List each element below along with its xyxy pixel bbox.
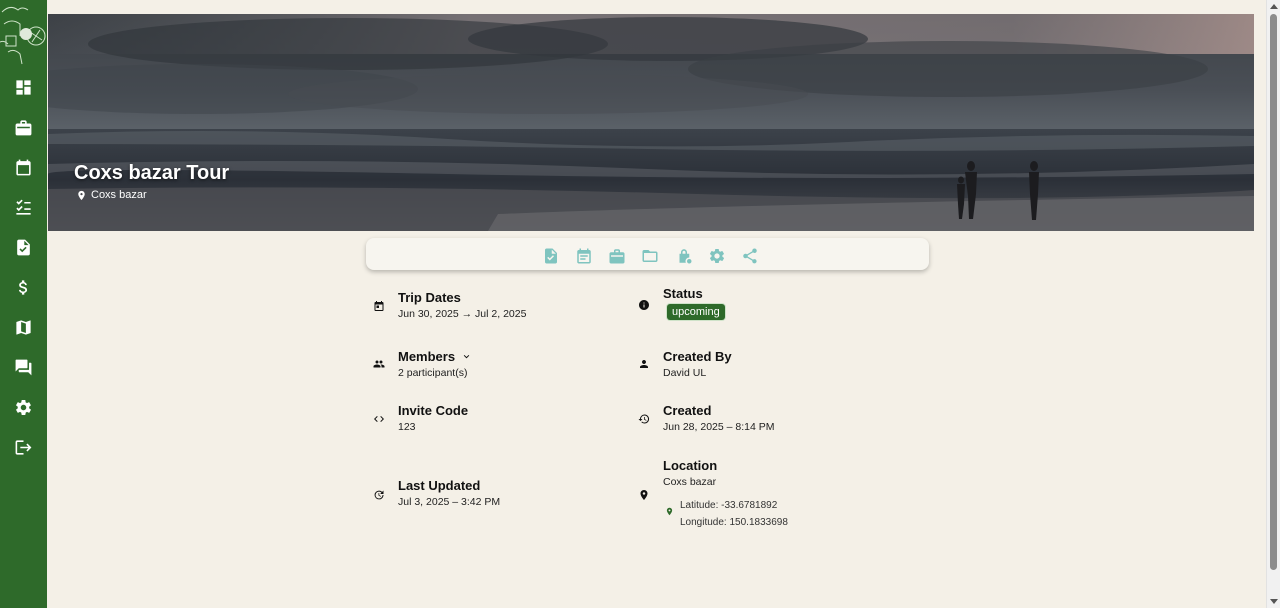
created-label: Created [663, 403, 712, 418]
members-value: 2 participant(s) [398, 367, 468, 379]
lock-settings-button[interactable] [675, 247, 693, 265]
share-icon [743, 248, 757, 264]
document-check-icon [17, 239, 30, 255]
location-section: Location Coxs bazar Latitude: -33.678189… [637, 458, 788, 531]
checklist-button[interactable] [542, 247, 560, 265]
trip-location: Coxs bazar [76, 189, 147, 201]
invite-code-value[interactable]: 123 [398, 421, 468, 433]
created-by-label: Created By [663, 349, 732, 364]
members-label: Members [398, 349, 456, 364]
trip-toolbar [366, 238, 929, 270]
location-pin-icon [638, 488, 650, 500]
members-section: Members 2 participant(s) [372, 349, 472, 379]
update-icon [373, 488, 385, 500]
calendar-icon [16, 159, 31, 175]
coordinates: Latitude: -33.6781892 Longitude: 150.183… [665, 497, 788, 531]
chevron-down-icon [463, 354, 469, 359]
chat-icon [15, 359, 32, 375]
trip-cover-image: Coxs bazar Tour Coxs bazar [48, 14, 1254, 231]
invite-code-label: Invite Code [398, 403, 469, 418]
folder-button[interactable] [641, 247, 659, 265]
briefcase-icon [15, 119, 32, 135]
info-icon [638, 298, 650, 310]
calendar-notes-icon [577, 248, 591, 264]
members-toggle[interactable]: Members [398, 349, 472, 364]
created-section: Created Jun 28, 2025 – 8:14 PM [637, 403, 775, 433]
last-updated-label: Last Updated [398, 478, 481, 493]
document-check-icon [545, 248, 557, 264]
longitude-value: Longitude: 150.1833698 [680, 517, 788, 528]
gear-icon [16, 399, 31, 415]
trip-dates-value: Jun 30, 2025 → Jul 2, 2025 [398, 308, 527, 320]
app-logo[interactable] [0, 2, 47, 68]
nav-calendar[interactable] [0, 152, 47, 182]
checklist-icon [16, 199, 31, 215]
nav-tasks[interactable] [0, 192, 47, 222]
lock-gear-icon [679, 249, 692, 264]
nav-dashboard[interactable] [0, 72, 47, 102]
scroll-down-arrow-icon[interactable] [1270, 599, 1278, 604]
logout-icon [15, 439, 32, 455]
trip-dates-label: Trip Dates [398, 290, 461, 305]
trip-title: Coxs bazar Tour [74, 162, 230, 184]
share-button[interactable] [741, 247, 759, 265]
last-updated-value: Jul 3, 2025 – 3:42 PM [398, 496, 501, 508]
location-pin-icon [78, 190, 85, 200]
briefcase-icon [609, 249, 625, 264]
nav-trips[interactable] [0, 112, 47, 142]
map-icon [16, 319, 31, 335]
person-icon [638, 357, 650, 369]
code-icon [373, 412, 385, 424]
folder-icon [642, 250, 658, 262]
location-label: Location [663, 458, 718, 473]
group-icon [373, 357, 385, 369]
luggage-button[interactable] [608, 247, 626, 265]
created-by-value: David UL [663, 367, 707, 379]
latitude-value: Latitude: -33.6781892 [680, 500, 778, 511]
trip-location-text: Coxs bazar [91, 189, 147, 201]
scroll-thumb[interactable] [1270, 14, 1277, 570]
nav-settings[interactable] [0, 392, 47, 422]
nav-chat[interactable] [0, 352, 47, 382]
page-scrollbar[interactable] [1266, 0, 1280, 608]
dollar-icon [18, 279, 28, 295]
map-pin-icon [666, 507, 673, 516]
status-badge: upcoming [667, 304, 725, 320]
history-icon [638, 412, 650, 424]
dashboard-icon [16, 79, 31, 95]
nav-expenses[interactable] [0, 272, 47, 302]
sidebar [0, 0, 47, 608]
last-updated-section: Last Updated Jul 3, 2025 – 3:42 PM [372, 478, 500, 508]
scroll-up-arrow-icon[interactable] [1270, 4, 1278, 9]
status-section: Status upcoming [637, 286, 725, 320]
created-value: Jun 28, 2025 – 8:14 PM [663, 421, 775, 433]
invite-code-section: Invite Code 123 [372, 403, 468, 433]
settings-button[interactable] [708, 247, 726, 265]
nav-logout[interactable] [0, 432, 47, 462]
nav-map[interactable] [0, 312, 47, 342]
nav-documents[interactable] [0, 232, 47, 262]
location-value: Coxs bazar [663, 476, 717, 488]
trip-dates-section: Trip Dates Jun 30, 2025 → Jul 2, 2025 [372, 290, 526, 320]
itinerary-button[interactable] [575, 247, 593, 265]
calendar-icon [373, 299, 385, 311]
gear-icon [709, 248, 725, 264]
status-label: Status [663, 286, 703, 301]
created-by-section: Created By David UL [637, 349, 732, 379]
